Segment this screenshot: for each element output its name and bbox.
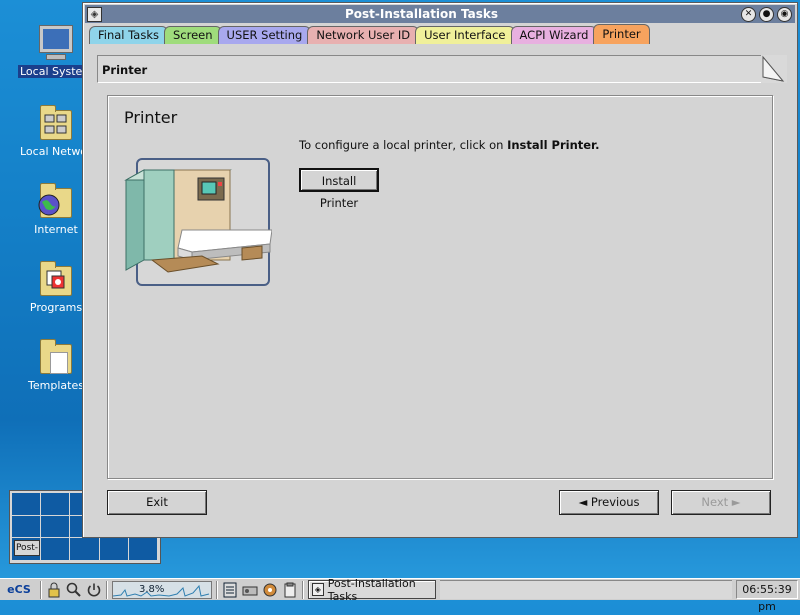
- next-button[interactable]: Next ►: [671, 490, 771, 515]
- window-list-icon[interactable]: [222, 582, 238, 598]
- clipboard-icon[interactable]: [282, 582, 298, 598]
- start-label: eCS: [7, 583, 31, 596]
- title-bar[interactable]: ◈ Post-Installation Tasks ✕ ● ◉: [85, 5, 795, 23]
- window-title: Post-Installation Tasks: [344, 7, 499, 21]
- desktop-icon-label: Internet: [34, 223, 78, 236]
- panel-header-title: Printer: [102, 63, 148, 77]
- taskbar-task-label: Post-Installation Tasks: [327, 576, 416, 603]
- tab-printer[interactable]: Printer: [593, 24, 650, 44]
- tab-acpi-wizard[interactable]: ACPI Wizard: [510, 26, 598, 44]
- instruction-text-prefix: To configure a local printer, click on: [299, 138, 508, 152]
- pager-cell[interactable]: [41, 493, 71, 516]
- templates-folder-icon: [38, 339, 74, 376]
- pager-cell[interactable]: [41, 515, 71, 539]
- divider: [40, 580, 42, 599]
- start-button[interactable]: eCS: [0, 581, 38, 599]
- programs-folder-icon: [38, 261, 74, 298]
- network-folder-icon: [38, 105, 74, 142]
- close-icon[interactable]: ✕: [741, 6, 756, 22]
- system-menu-icon[interactable]: ◈: [87, 6, 102, 22]
- cpu-percent: 3.8%: [139, 583, 165, 595]
- previous-button[interactable]: ◄ Previous: [559, 490, 659, 515]
- post-installation-window: ◈ Post-Installation Tasks ✕ ● ◉ Final Ta…: [82, 2, 798, 538]
- printer-illustration: [124, 158, 272, 286]
- page-corner-icon: [761, 55, 787, 83]
- divider: [216, 580, 218, 599]
- divider: [302, 580, 304, 599]
- task-window-icon: ◈: [312, 583, 324, 596]
- tab-user-setting[interactable]: USER Setting: [217, 26, 312, 44]
- tab-screen[interactable]: Screen: [163, 26, 222, 44]
- maximize-icon[interactable]: ◉: [777, 6, 792, 22]
- minimize-icon[interactable]: ●: [759, 6, 774, 22]
- drives-icon[interactable]: [242, 582, 258, 598]
- pager-cell[interactable]: [128, 538, 158, 561]
- tab-final-tasks[interactable]: Final Tasks: [89, 26, 168, 44]
- pager-cell[interactable]: [12, 493, 42, 516]
- tab-bar: Final Tasks Screen USER Setting Network …: [89, 24, 650, 44]
- pager-cell[interactable]: [70, 538, 100, 561]
- tab-user-interface[interactable]: User Interface: [415, 26, 515, 44]
- panel-header: Printer: [97, 55, 787, 83]
- taskbar-task-post-installation[interactable]: ◈ Post-Installation Tasks: [308, 577, 436, 603]
- instruction-text: To configure a local printer, click on I…: [299, 138, 599, 152]
- globe-folder-icon: [38, 183, 74, 220]
- computer-icon: [38, 25, 74, 62]
- instruction-text-bold: Install Printer.: [507, 138, 600, 152]
- exit-button[interactable]: Exit: [107, 490, 207, 515]
- search-icon[interactable]: [66, 582, 82, 598]
- tools-icon[interactable]: [262, 582, 278, 598]
- pager-cell[interactable]: [99, 538, 129, 561]
- power-icon[interactable]: [86, 582, 102, 598]
- desktop-icon-label: Templates: [28, 379, 84, 392]
- pager-cell[interactable]: [41, 538, 71, 561]
- desktop-icon-label: Programs: [29, 301, 83, 314]
- pager-cell[interactable]: Post-: [12, 538, 42, 561]
- lock-icon[interactable]: [46, 582, 62, 598]
- taskbar-empty-space: [440, 580, 732, 599]
- divider: [106, 580, 108, 599]
- printer-icon: [124, 169, 272, 273]
- taskbar: eCS 3.8% ◈ Post-Installation Tasks 06:55…: [0, 577, 800, 613]
- pager-cell[interactable]: [12, 515, 42, 539]
- tab-network-user-id[interactable]: Network User ID: [307, 26, 420, 44]
- page-title: Printer: [124, 108, 178, 127]
- cpu-monitor[interactable]: 3.8%: [112, 580, 212, 599]
- clock[interactable]: 06:55:39 pm: [736, 580, 798, 613]
- install-printer-button[interactable]: Install Printer: [299, 168, 379, 210]
- pager-mini-window[interactable]: Post-: [14, 540, 40, 557]
- printer-content-panel: Printer To configure a local printer, cl…: [107, 95, 773, 479]
